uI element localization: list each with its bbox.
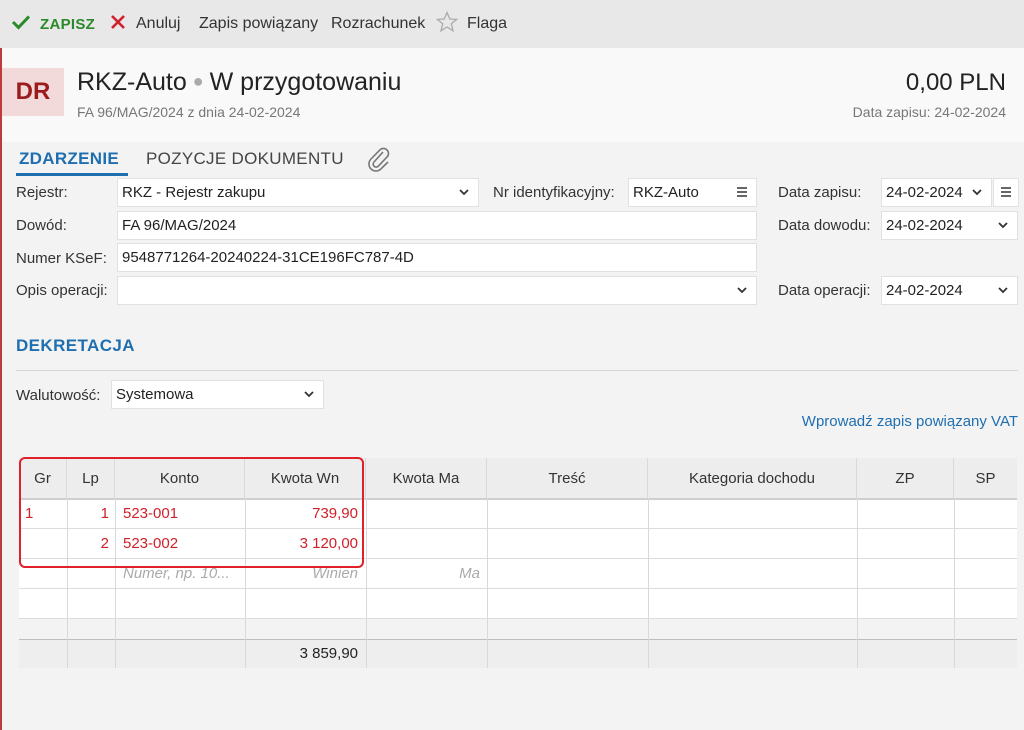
tab-event[interactable]: ZDARZENIE (19, 149, 119, 169)
proof-field[interactable]: FA 96/MAG/2024 (117, 211, 757, 240)
document-status: W przygotowaniu (209, 68, 402, 96)
column-header-zp[interactable]: ZP (857, 458, 954, 498)
currency-select[interactable]: Systemowa (111, 380, 324, 409)
currency-label: Walutowość: (16, 387, 101, 404)
tab-bar: ZDARZENIE POZYCJE DOKUMENTU (2, 142, 1024, 176)
linked-entry-label: Zapis powiązany (199, 15, 319, 32)
document-type-badge: DR (2, 68, 64, 116)
operation-desc-label: Opis operacji: (16, 282, 108, 299)
ksef-field[interactable]: 9548771264-20240224-31CE196FC787-4D (117, 243, 757, 272)
id-number-value: RKZ-Auto (633, 184, 699, 201)
tab-document-items[interactable]: POZYCJE DOKUMENTU (146, 149, 344, 169)
checkmark-icon (11, 14, 31, 34)
attachment-icon[interactable] (367, 146, 391, 177)
operation-date-field[interactable]: 24-02-2024 (881, 276, 1018, 305)
chevron-down-icon (972, 189, 982, 196)
operation-date-value: 24-02-2024 (886, 282, 963, 299)
menu-icon (737, 187, 747, 197)
new-ma-input[interactable]: Ma (366, 559, 480, 588)
document-name: RKZ-Auto (77, 68, 187, 96)
flag-label: Flaga (467, 15, 508, 32)
save-button[interactable]: ZAPISZ (11, 0, 95, 48)
total-kwota-wn: 3 859,90 (299, 645, 358, 662)
close-icon (109, 13, 127, 36)
document-subtitle: FA 96/MAG/2024 z dnia 24-02-2024 (77, 104, 301, 120)
document-title: RKZ-Auto ● W przygotowaniu (77, 68, 401, 97)
active-tab-indicator (16, 173, 128, 176)
flag-button[interactable]: Flaga (435, 0, 508, 48)
settlement-label: Rozrachunek (331, 15, 426, 32)
chevron-down-icon (998, 222, 1008, 229)
settlement-button[interactable]: Rozrachunek (331, 0, 425, 48)
section-divider (16, 370, 1018, 371)
menu-icon (1001, 187, 1011, 197)
entry-date-field[interactable]: 24-02-2024 (881, 178, 992, 207)
toolbar: ZAPISZ Anuluj Zapis powiązany Rozrachune… (0, 0, 1024, 48)
register-select[interactable]: RKZ - Rejestr zakupu (117, 178, 479, 207)
chevron-down-icon (998, 287, 1008, 294)
column-header-income-category[interactable]: Kategoria dochodu (648, 458, 857, 498)
id-number-label: Nr identyfikacyjny: (493, 184, 615, 201)
linked-entry-button[interactable]: Zapis powiązany (199, 0, 318, 48)
chevron-down-icon (737, 287, 747, 294)
ksef-value: 9548771264-20240224-31CE196FC787-4D (122, 249, 414, 266)
entry-date-menu-button[interactable] (993, 178, 1019, 207)
proof-date-field[interactable]: 24-02-2024 (881, 211, 1018, 240)
highlight-annotation (19, 457, 364, 568)
entry-date-label: Data zapisu: (778, 184, 862, 201)
proof-date-value: 24-02-2024 (886, 217, 963, 234)
save-label: ZAPISZ (40, 15, 96, 33)
ksef-label: Numer KSeF: (16, 250, 107, 267)
document-amount: 0,00 PLN (905, 69, 1006, 96)
currency-value: Systemowa (116, 386, 194, 403)
document-entry-date: Data zapisu: 24-02-2024 (852, 104, 1006, 120)
id-number-field[interactable]: RKZ-Auto (628, 178, 757, 207)
column-header-tresc[interactable]: Treść (487, 458, 648, 498)
document-header: DR RKZ-Auto ● W przygotowaniu FA 96/MAG/20… (2, 48, 1024, 142)
cancel-label: Anuluj (136, 15, 181, 32)
proof-date-label: Data dowodu: (778, 217, 871, 234)
register-label: Rejestr: (16, 184, 68, 201)
vat-linked-entry-link[interactable]: Wprowadź zapis powiązany VAT (802, 413, 1018, 430)
chevron-down-icon (459, 189, 469, 196)
cancel-button[interactable]: Anuluj (109, 0, 180, 48)
proof-value: FA 96/MAG/2024 (122, 217, 237, 234)
proof-label: Dowód: (16, 217, 67, 234)
column-header-kwota-ma[interactable]: Kwota Ma (366, 458, 487, 498)
register-value: RKZ - Rejestr zakupu (122, 184, 266, 201)
chevron-down-icon (304, 391, 314, 398)
decree-section-title: DEKRETACJA (16, 336, 135, 355)
table-row-empty[interactable] (19, 589, 1017, 618)
entry-date-value: 24-02-2024 (886, 184, 963, 201)
operation-date-label: Data operacji: (778, 282, 871, 299)
table-summary-row (19, 639, 1017, 668)
operation-desc-select[interactable] (117, 276, 757, 305)
star-icon (435, 10, 459, 38)
column-header-sp[interactable]: SP (954, 458, 1017, 498)
separator-dot: ● (192, 71, 204, 91)
